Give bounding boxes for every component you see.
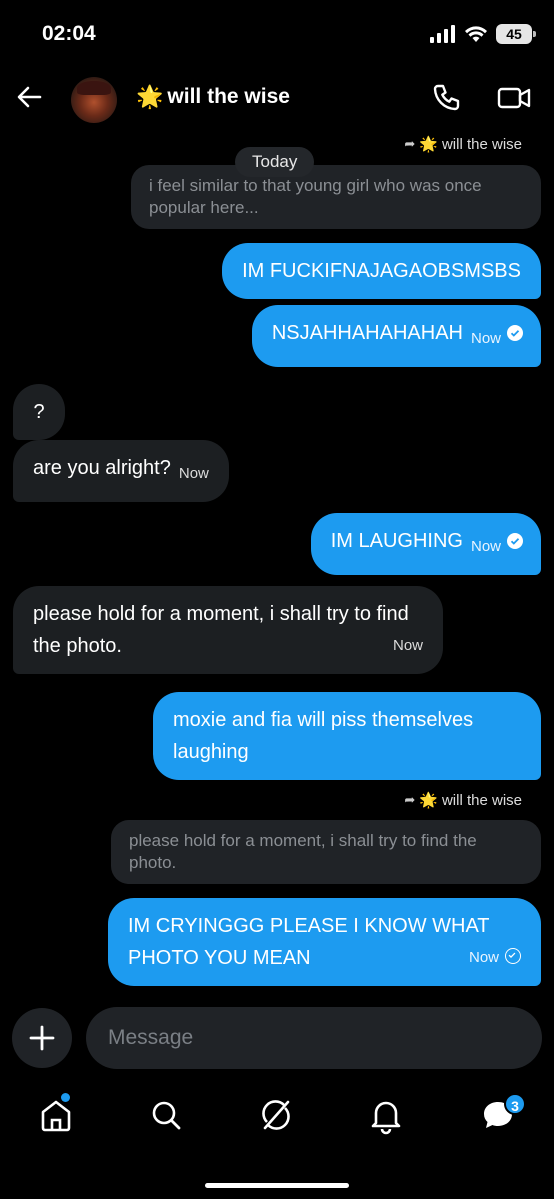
message-text: IM LAUGHING [330, 530, 463, 552]
outgoing-message[interactable]: moxie and fia will piss themselves laugh… [153, 692, 541, 780]
quoted-message[interactable]: please hold for a moment, i shall try to… [111, 820, 541, 884]
sent-check-icon [505, 948, 521, 964]
messages-badge: 3 [504, 1093, 526, 1115]
chat-title[interactable]: 🌟 will the wise [136, 84, 290, 110]
home-icon[interactable] [36, 1095, 76, 1135]
search-icon[interactable] [146, 1095, 186, 1135]
incoming-message[interactable]: ? [13, 384, 65, 440]
status-time: 02:04 [42, 22, 96, 45]
plus-icon [29, 1025, 55, 1051]
chat-header: 🌟 will the wise [0, 70, 554, 126]
reply-arrow-icon: ➦ [404, 792, 416, 807]
video-icon[interactable] [496, 82, 532, 114]
message-time: Now [392, 637, 423, 654]
message-text: IM CRYINGGG PLEASE I KNOW WHAT PHOTO YOU… [128, 915, 490, 969]
battery-indicator: 45 [496, 24, 536, 44]
grok-icon[interactable] [256, 1095, 296, 1135]
home-indicator [205, 1183, 349, 1188]
outgoing-message[interactable]: IM CRYINGGG PLEASE I KNOW WHAT PHOTO YOU… [108, 898, 541, 986]
bottom-tab-bar [0, 1085, 554, 1145]
message-time: Now [468, 949, 499, 966]
incoming-message[interactable]: are you alright? Now [13, 440, 229, 502]
reply-to-name: will the wise [441, 791, 522, 809]
message-text: please hold for a moment, i shall try to… [33, 603, 409, 657]
contact-name: will the wise [167, 85, 290, 108]
arrow-left-icon[interactable] [14, 82, 44, 112]
avatar[interactable] [71, 77, 117, 123]
star-emoji: 🌟 [136, 84, 164, 109]
message-time: Now [470, 330, 501, 347]
reply-to-label: ➦ 🌟 will the wise [404, 791, 522, 810]
reply-arrow-icon: ➦ [404, 136, 416, 151]
reply-to-label: ➦ 🌟 will the wise [404, 135, 522, 154]
message-text: IM FUCKIFNAJAGAOBSMSBS [242, 260, 521, 282]
outgoing-message[interactable]: IM LAUGHING Now [310, 513, 541, 575]
home-notification-dot [61, 1093, 70, 1102]
star-emoji: 🌟 [419, 136, 438, 153]
message-time: Now [178, 465, 209, 482]
phone-icon[interactable] [430, 82, 462, 114]
outgoing-message[interactable]: NSJAHHAHAHAHAH Now [251, 305, 541, 367]
outgoing-message[interactable]: IM FUCKIFNAJAGAOBSMSBS [222, 243, 541, 299]
status-icons: 45 [430, 24, 536, 44]
read-check-icon [507, 533, 523, 549]
message-status: Now [469, 942, 521, 974]
quoted-message[interactable]: i feel similar to that young girl who wa… [131, 165, 541, 229]
message-text: ? [33, 401, 45, 423]
wifi-icon [465, 26, 487, 42]
message-input[interactable] [86, 1007, 542, 1069]
bell-icon[interactable] [366, 1095, 406, 1135]
incoming-message[interactable]: please hold for a moment, i shall try to… [13, 586, 443, 674]
message-text: NSJAHHAHAHAHAH [271, 322, 463, 344]
reply-to-name: will the wise [441, 135, 522, 153]
read-check-icon [507, 325, 523, 341]
star-emoji: 🌟 [419, 792, 438, 809]
message-text: are you alright? [33, 457, 171, 479]
date-separator: Today [235, 147, 315, 177]
message-time: Now [470, 538, 501, 555]
message-text: moxie and fia will piss themselves laugh… [173, 709, 474, 763]
signal-icon [430, 25, 455, 43]
add-attachment-button[interactable] [12, 1008, 72, 1068]
